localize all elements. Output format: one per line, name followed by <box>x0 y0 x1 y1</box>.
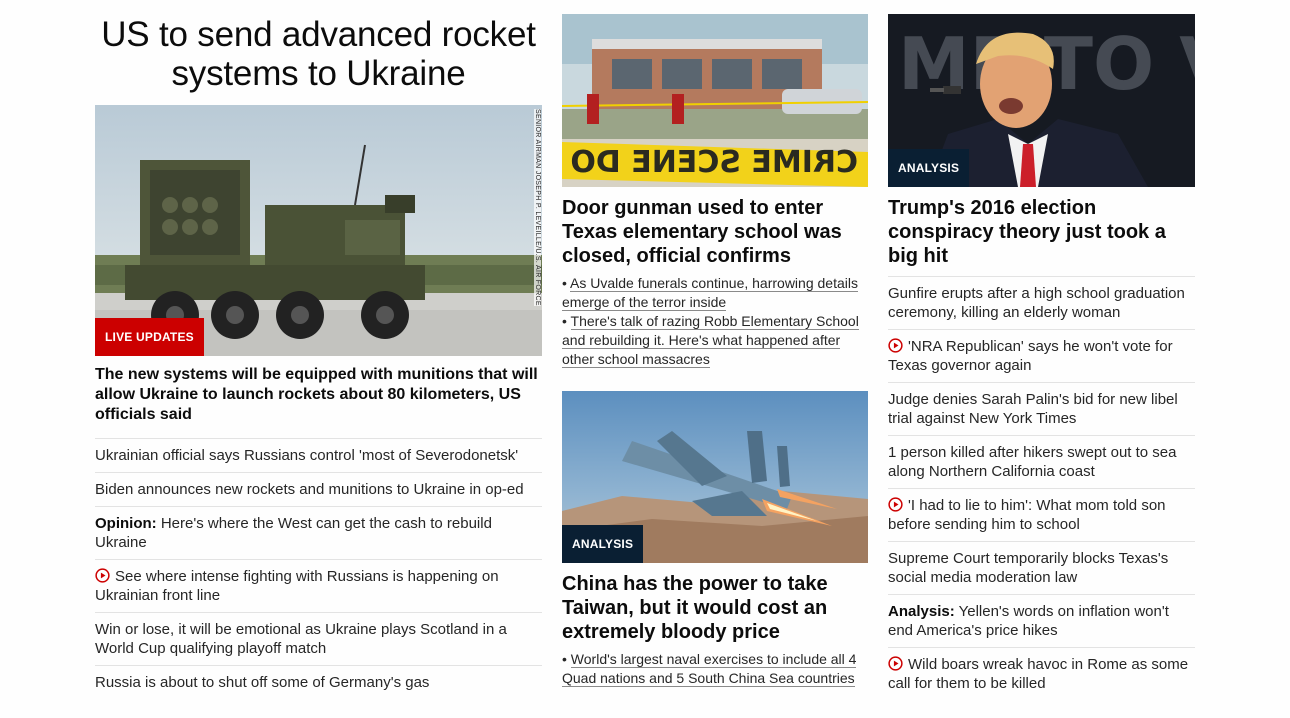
china-headline[interactable]: China has the power to take Taiwan, but … <box>562 572 868 644</box>
lead-sub-headline[interactable]: The new systems will be equipped with mu… <box>95 365 542 439</box>
related-link[interactable]: World's largest naval exercises to inclu… <box>562 651 857 687</box>
lead-story-list: Ukrainian official says Russians control… <box>95 439 542 699</box>
right-story-list: Gunfire erupts after a high school gradu… <box>888 276 1195 700</box>
lead-image[interactable]: SENIOR AIRMAN JOSEPH P. LEVEILLE/U.S. AI… <box>95 105 542 356</box>
list-item[interactable]: Judge denies Sarah Palin's bid for new l… <box>888 383 1195 436</box>
video-play-icon <box>888 497 903 512</box>
uvalde-related-links: • As Uvalde funerals continue, harrowing… <box>562 274 868 369</box>
photo-credit: SENIOR AIRMAN JOSEPH P. LEVEILLE/U.S. AI… <box>534 109 541 306</box>
list-item[interactable]: Gunfire erupts after a high school gradu… <box>888 277 1195 330</box>
list-item[interactable]: 1 person killed after hikers swept out t… <box>888 436 1195 489</box>
trump-headline[interactable]: Trump's 2016 election conspiracy theory … <box>888 196 1195 268</box>
right-column: ME TO V ANALYSIS Trump's 2016 election c… <box>888 14 1195 700</box>
list-item[interactable]: Supreme Court temporarily blocks Texas's… <box>888 542 1195 595</box>
live-updates-label[interactable]: LIVE UPDATES <box>95 318 204 356</box>
lead-column: US to send advanced rocket systems to Uk… <box>95 14 542 699</box>
list-item[interactable]: See where intense fighting with Russians… <box>95 560 542 613</box>
analysis-label[interactable]: ANALYSIS <box>562 525 644 563</box>
story-card-uvalde: CRIME SCENE DO NO Door gunman used to en… <box>562 14 868 369</box>
uvalde-headline[interactable]: Door gunman used to enter Texas elementa… <box>562 196 868 268</box>
related-link[interactable]: As Uvalde funerals continue, harrowing d… <box>562 275 858 311</box>
opinion-prefix: Opinion: <box>95 515 157 532</box>
list-item: • There's talk of razing Robb Elementary… <box>562 313 859 368</box>
list-item[interactable]: Analysis: Yellen's words on inflation wo… <box>888 595 1195 648</box>
crime-scene-image[interactable]: CRIME SCENE DO NO <box>562 14 868 187</box>
video-play-icon <box>888 338 903 353</box>
list-item: • World's largest naval exercises to inc… <box>562 651 857 687</box>
china-related-links: • World's largest naval exercises to inc… <box>562 650 868 688</box>
analysis-label[interactable]: ANALYSIS <box>888 149 970 187</box>
list-item[interactable]: 'I had to lie to him': What mom told son… <box>888 489 1195 542</box>
video-play-icon <box>95 568 110 583</box>
list-item: • As Uvalde funerals continue, harrowing… <box>562 275 858 311</box>
analysis-prefix: Analysis: <box>888 603 955 620</box>
video-play-icon <box>888 656 903 671</box>
list-item[interactable]: Win or lose, it will be emotional as Ukr… <box>95 613 542 666</box>
related-link[interactable]: There's talk of razing Robb Elementary S… <box>562 313 859 368</box>
list-item[interactable]: 'NRA Republican' says he won't vote for … <box>888 330 1195 383</box>
trump-image[interactable]: ME TO V ANALYSIS <box>888 14 1195 187</box>
story-card-china: ANALYSIS China has the power to take Tai… <box>562 391 868 688</box>
list-item[interactable]: Ukrainian official says Russians control… <box>95 439 542 473</box>
list-item[interactable]: Biden announces new rockets and munition… <box>95 473 542 507</box>
crime-scene-tape-text: CRIME SCENE DO NO <box>562 145 858 180</box>
list-item[interactable]: Russia is about to shut off some of Germ… <box>95 666 542 699</box>
middle-column: CRIME SCENE DO NO Door gunman used to en… <box>562 14 868 688</box>
school-crime-scene-photo: CRIME SCENE DO NO <box>562 14 868 187</box>
fighter-jet-image[interactable]: ANALYSIS <box>562 391 868 563</box>
list-item[interactable]: Wild boars wreak havoc in Rome as some c… <box>888 648 1195 700</box>
lead-headline[interactable]: US to send advanced rocket systems to Uk… <box>95 14 542 93</box>
list-item[interactable]: Opinion: Here's where the West can get t… <box>95 507 542 560</box>
